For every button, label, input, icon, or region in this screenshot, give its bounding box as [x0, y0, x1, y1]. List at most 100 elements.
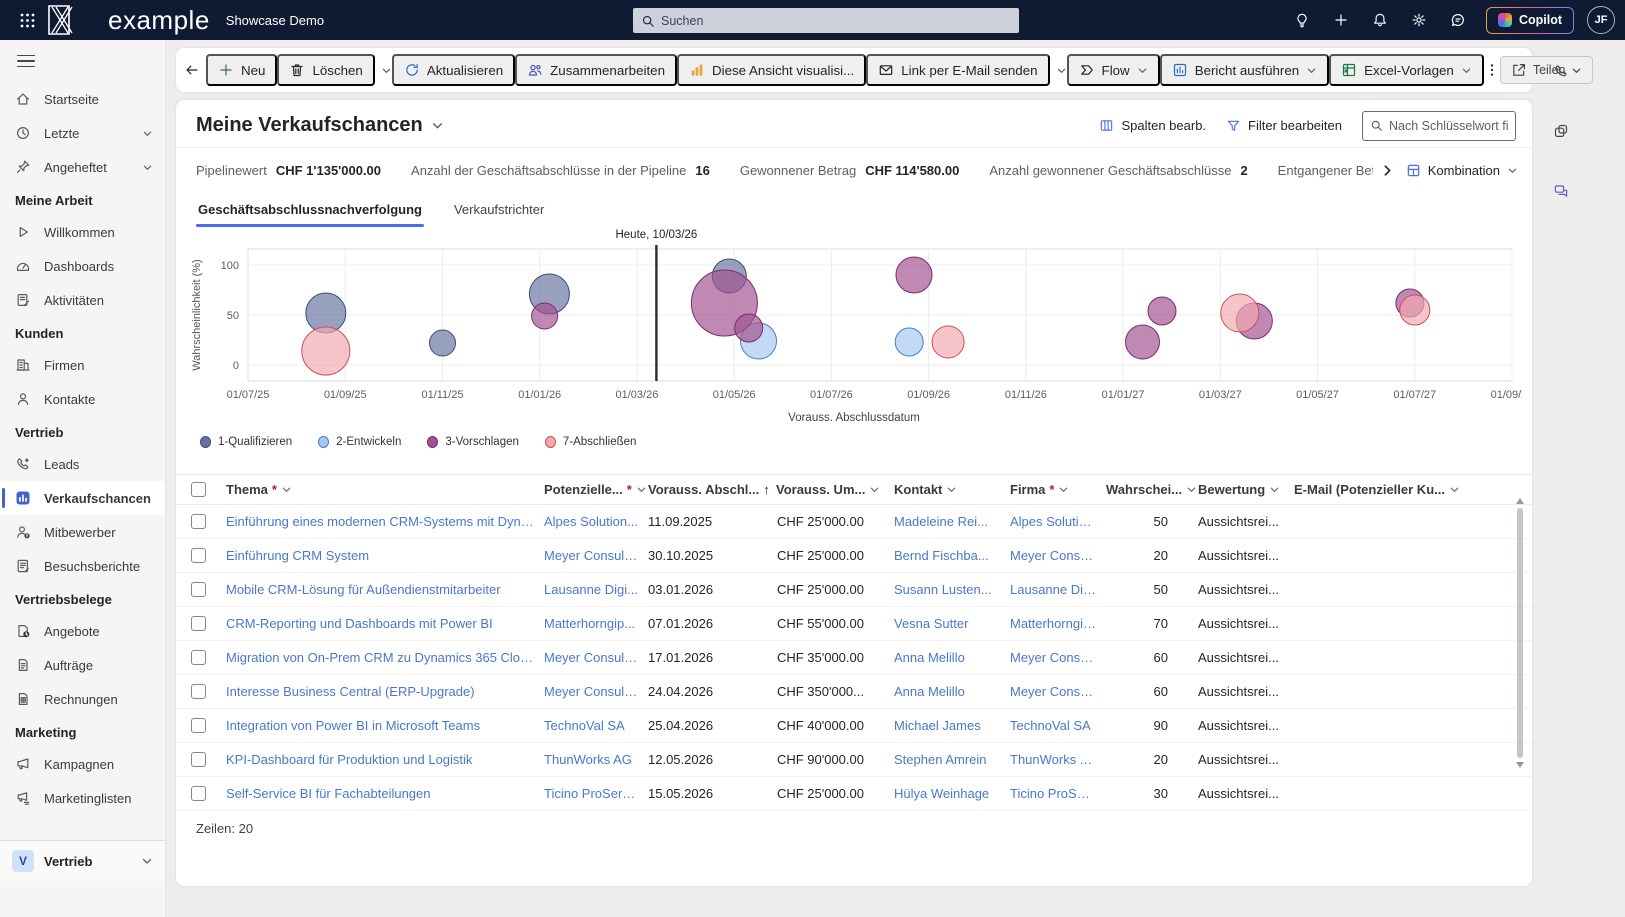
sidebar-item-letzte[interactable]: Letzte [0, 116, 165, 150]
cell[interactable]: Ticino ProServ... [1010, 786, 1106, 801]
cell[interactable]: Stephen Amrein [894, 752, 1010, 767]
cell[interactable]: TechnoVal SA [544, 718, 648, 733]
column-menu-chevron-icon[interactable] [281, 484, 292, 495]
column-header-1[interactable]: Potenzielle... * [544, 482, 648, 497]
cell[interactable]: ThunWorks AG [1010, 752, 1106, 767]
edit-filters-button[interactable]: Filter bearbeiten [1226, 118, 1342, 133]
row-checkbox[interactable] [191, 718, 206, 733]
cell[interactable]: Einführung eines modernen CRM-Systems mi… [226, 514, 544, 529]
cell[interactable]: Alpes Solution... [544, 514, 648, 529]
column-header-3[interactable]: Vorauss. Um... [776, 482, 894, 497]
feedback-button[interactable] [1443, 5, 1473, 35]
bell-button[interactable] [1365, 5, 1395, 35]
cell[interactable]: Einführung CRM System [226, 548, 544, 563]
global-search[interactable] [633, 8, 1019, 33]
bubble-3-Vorschlagen[interactable] [531, 302, 559, 330]
row-checkbox[interactable] [191, 786, 206, 801]
column-menu-chevron-icon[interactable] [1269, 484, 1280, 495]
chat-pane-button[interactable] [1546, 176, 1576, 206]
cell[interactable]: Lausanne Digi... [1010, 582, 1106, 597]
sidebar-item-besuchsberichte[interactable]: Besuchsberichte [0, 549, 165, 583]
table-row[interactable]: Self-Service BI für Fachabteilungen Ticin… [176, 777, 1532, 811]
tab-deal-tracking[interactable]: Geschäftsabschlussnachverfolgung [196, 193, 424, 227]
table-row[interactable]: Mobile CRM-Lösung für Außendienstmitarbe… [176, 573, 1532, 607]
sidebar-item-willkommen[interactable]: Willkommen [0, 215, 165, 249]
column-header-0[interactable]: Thema * [226, 482, 544, 497]
cell[interactable]: KPI-Dashboard für Produktion und Logisti… [226, 752, 544, 767]
table-row[interactable]: CRM-Reporting und Dashboards mit Power B… [176, 607, 1532, 641]
sidebar-item-verkaufschancen[interactable]: Verkaufschancen [0, 481, 165, 515]
command-l-schen[interactable]: Löschen [277, 54, 375, 86]
select-all-checkbox[interactable] [191, 482, 206, 497]
cell[interactable]: Susann Lusten... [894, 582, 1010, 597]
column-menu-chevron-icon[interactable] [869, 484, 880, 495]
row-checkbox[interactable] [191, 548, 206, 563]
brand-logo[interactable]: example [48, 5, 210, 36]
bubble-1-Qualifizieren[interactable] [429, 329, 456, 357]
legend-item[interactable]: 7-Abschließen [544, 436, 636, 448]
column-header-2[interactable]: Vorauss. Abschl... ↑ [648, 482, 776, 497]
bubble-7-Abschließen[interactable] [931, 325, 965, 359]
column-menu-chevron-icon[interactable] [636, 484, 647, 495]
row-checkbox[interactable] [191, 582, 206, 597]
cell[interactable]: Madeleine Rei... [894, 514, 1010, 529]
command-neu[interactable]: Neu [206, 54, 278, 86]
sidebar-item-aktivit-ten[interactable]: Aktivitäten [0, 283, 165, 317]
row-checkbox[interactable] [191, 752, 206, 767]
scrollbar-thumb[interactable] [1517, 508, 1523, 758]
grid-scrollbar[interactable] [1515, 498, 1525, 886]
sidebar-item-dashboards[interactable]: Dashboards [0, 249, 165, 283]
user-avatar[interactable]: JF [1587, 6, 1615, 34]
bubble-3-Vorschlagen[interactable] [895, 256, 933, 294]
cell[interactable]: Interesse Business Central (ERP-Upgrade) [226, 684, 544, 699]
table-row[interactable]: Integration von Power BI in Microsoft Te… [176, 709, 1532, 743]
add-button[interactable] [1326, 5, 1356, 35]
column-menu-chevron-icon[interactable] [1186, 484, 1197, 495]
bubble-7-Abschließen[interactable] [301, 326, 351, 376]
copilot-pane-button[interactable] [1546, 116, 1576, 146]
sidebar-item-kontakte[interactable]: Kontakte [0, 382, 165, 416]
sidebar-item-auftr-ge[interactable]: Aufträge [0, 648, 165, 682]
bubble-7-Abschließen[interactable] [1399, 294, 1431, 326]
settings-button[interactable] [1404, 5, 1434, 35]
keyword-filter-box[interactable] [1362, 110, 1516, 141]
lightbulb-button[interactable] [1287, 5, 1317, 35]
column-menu-chevron-icon[interactable] [1449, 484, 1460, 495]
collapse-sitemap-button[interactable] [8, 42, 44, 80]
column-header-5[interactable]: Firma * [1010, 482, 1106, 497]
bubble-3-Vorschlagen[interactable] [1147, 296, 1177, 326]
cell[interactable]: Meyer Consult... [1010, 650, 1106, 665]
command-zusammenarbeiten[interactable]: Zusammenarbeiten [515, 54, 677, 86]
edit-columns-button[interactable]: Spalten bearb. [1099, 118, 1206, 133]
sidebar-item-kampagnen[interactable]: Kampagnen [0, 747, 165, 781]
table-row[interactable]: KPI-Dashboard für Produktion und Logisti… [176, 743, 1532, 777]
legend-item[interactable]: 3-Vorschlagen [427, 436, 519, 448]
table-row[interactable]: Einführung eines modernen CRM-Systems mi… [176, 505, 1532, 539]
cell[interactable]: Integration von Power BI in Microsoft Te… [226, 718, 544, 733]
command-overflow-chevron[interactable] [381, 54, 392, 86]
copilot-button[interactable]: Copilot [1486, 7, 1574, 34]
bubble-3-Vorschlagen[interactable] [734, 313, 764, 343]
legend-item[interactable]: 2-Entwickeln [318, 436, 401, 448]
cell[interactable]: Meyer Consult... [544, 650, 648, 665]
column-header-7[interactable]: Bewertung [1198, 482, 1294, 497]
table-row[interactable]: Einführung CRM System Meyer Consult... 30.… [176, 539, 1532, 573]
more-commands-button[interactable] [1484, 54, 1500, 86]
column-menu-chevron-icon[interactable] [946, 484, 957, 495]
cell[interactable]: Self-Service BI für Fachabteilungen [226, 786, 544, 801]
cell[interactable]: Anna Melillo [894, 650, 1010, 665]
row-checkbox[interactable] [191, 650, 206, 665]
cell[interactable]: Vesna Sutter [894, 616, 1010, 631]
table-row[interactable]: Migration von On-Prem CRM zu Dynamics 36… [176, 641, 1532, 675]
scroll-down-icon[interactable] [1516, 762, 1524, 768]
cell[interactable]: Migration von On-Prem CRM zu Dynamics 36… [226, 650, 544, 665]
cell[interactable]: Meyer Consult... [544, 548, 648, 563]
sidebar-item-leads[interactable]: Leads [0, 447, 165, 481]
column-header-8[interactable]: E-Mail (Potenzieller Ku... [1294, 482, 1532, 497]
row-checkbox[interactable] [191, 616, 206, 631]
command-bericht-ausf-hren[interactable]: Bericht ausführen [1159, 54, 1330, 86]
cell[interactable]: Anna Melillo [894, 684, 1010, 699]
cell[interactable]: Alpes Solution... [1010, 514, 1106, 529]
cell[interactable]: TechnoVal SA [1010, 718, 1106, 733]
column-header-4[interactable]: Kontakt [894, 482, 1010, 497]
